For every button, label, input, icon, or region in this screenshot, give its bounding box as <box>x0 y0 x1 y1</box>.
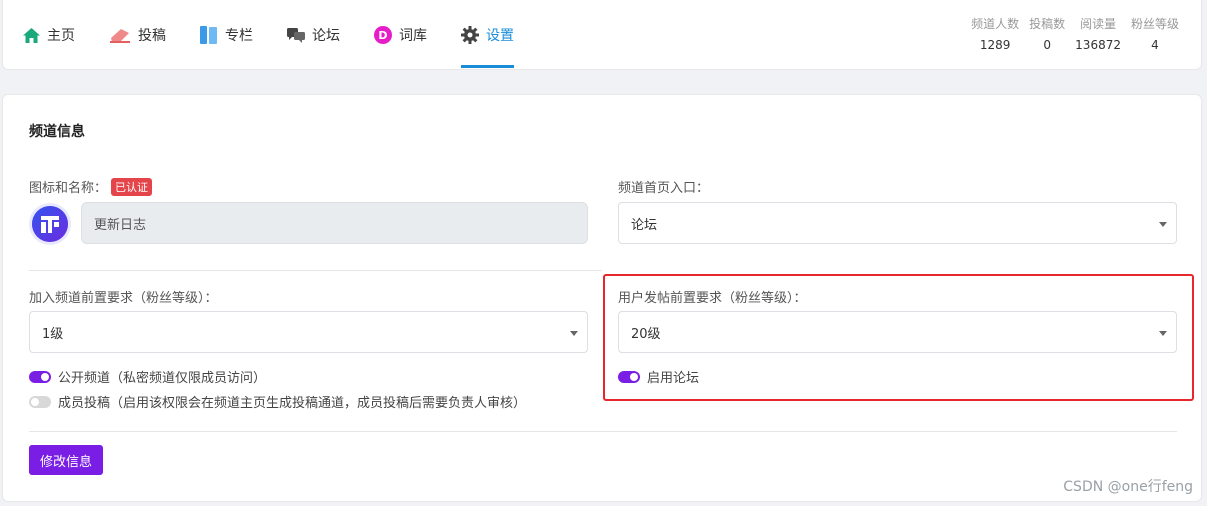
stat-fan-level: 粉丝等级 4 <box>1131 15 1179 52</box>
verified-badge: 已认证 <box>111 178 153 196</box>
icon-name-label-text: 图标和名称： <box>29 181 108 196</box>
tab-home[interactable]: 主页 <box>23 0 75 70</box>
divider <box>29 270 602 271</box>
chevron-down-icon <box>1159 331 1167 336</box>
toggle-knob <box>41 372 49 381</box>
channel-info-card: 频道信息 图标和名称： 已认证 更新日志 频道首页入口： 论坛 加入频道前置要求（… <box>2 94 1202 502</box>
top-nav-bar: 主页 投稿 专栏 论坛 D 词库 设置 频道人数 1289 投稿数 0 阅读量 … <box>2 0 1202 70</box>
icon-name-label: 图标和名称： 已认证 <box>29 177 153 196</box>
channel-stats: 频道人数 1289 投稿数 0 阅读量 136872 粉丝等级 4 <box>971 15 1179 52</box>
nav-tabs: 主页 投稿 专栏 论坛 D 词库 设置 <box>23 0 548 70</box>
d-badge-icon: D <box>374 26 392 44</box>
stat-members: 频道人数 1289 <box>971 15 1019 52</box>
post-requirement-label: 用户发帖前置要求（粉丝等级）： <box>618 291 807 306</box>
stat-label: 投稿数 <box>1029 17 1066 31</box>
divider <box>29 431 1177 432</box>
tab-lexicon-label: 词库 <box>399 28 427 44</box>
entry-select[interactable]: 论坛 <box>618 202 1177 244</box>
home-icon <box>23 27 40 43</box>
member-post-toggle-row[interactable]: 成员投稿（启用该权限会在频道主页生成投稿通道，成员投稿后需要负责人审核） <box>29 392 526 411</box>
stat-submissions: 投稿数 0 <box>1029 15 1065 52</box>
chat-icon <box>287 27 305 43</box>
stat-label: 阅读量 <box>1080 17 1117 31</box>
channel-name-value: 更新日志 <box>94 217 147 233</box>
tab-column[interactable]: 专栏 <box>200 0 253 70</box>
gear-icon <box>461 26 479 44</box>
forum-toggle[interactable] <box>618 370 640 383</box>
stat-reads: 阅读量 136872 <box>1075 15 1121 52</box>
join-requirement-value: 1级 <box>42 326 64 342</box>
tab-forum[interactable]: 论坛 <box>287 0 340 70</box>
tab-home-label: 主页 <box>47 28 75 44</box>
join-requirement-label: 加入频道前置要求（粉丝等级）： <box>29 291 218 306</box>
post-requirement-value: 20级 <box>631 326 661 342</box>
chevron-down-icon <box>570 331 578 336</box>
tab-settings-label: 设置 <box>486 28 514 44</box>
tab-settings[interactable]: 设置 <box>461 0 514 70</box>
stat-value: 0 <box>1043 38 1051 52</box>
svg-text:D: D <box>378 29 387 42</box>
post-requirement-select[interactable]: 20级 <box>618 311 1177 353</box>
public-channel-toggle-row[interactable]: 公开频道（私密频道仅限成员访问） <box>29 367 266 386</box>
tab-lexicon[interactable]: D 词库 <box>374 0 427 70</box>
stat-value: 1289 <box>979 38 1011 52</box>
forum-toggle-label: 启用论坛 <box>647 371 700 386</box>
stat-label: 粉丝等级 <box>1130 17 1179 31</box>
toggle-knob <box>630 372 638 381</box>
public-channel-label: 公开频道（私密频道仅限成员访问） <box>58 371 267 386</box>
forum-toggle-row[interactable]: 启用论坛 <box>618 367 699 386</box>
entry-label: 频道首页入口： <box>618 181 710 196</box>
public-channel-toggle[interactable] <box>29 370 51 383</box>
join-requirement-select[interactable]: 1级 <box>29 311 588 353</box>
modify-info-button[interactable]: 修改信息 <box>29 445 103 475</box>
watermark: CSDN @one行feng <box>1063 479 1193 495</box>
entry-select-value: 论坛 <box>631 217 658 233</box>
eraser-icon <box>109 27 131 43</box>
channel-avatar[interactable] <box>29 203 71 245</box>
toggle-knob <box>31 397 39 406</box>
card-title: 频道信息 <box>29 124 85 140</box>
stat-label: 频道人数 <box>971 17 1020 31</box>
member-post-toggle[interactable] <box>29 395 51 408</box>
member-post-label: 成员投稿（启用该权限会在频道主页生成投稿通道，成员投稿后需要负责人审核） <box>58 396 527 411</box>
tab-forum-label: 论坛 <box>312 28 340 44</box>
book-icon <box>200 26 218 44</box>
channel-name-input[interactable]: 更新日志 <box>81 202 588 244</box>
tab-submit[interactable]: 投稿 <box>109 0 166 70</box>
tab-column-label: 专栏 <box>225 28 253 44</box>
stat-value: 136872 <box>1075 38 1121 52</box>
channel-logo-icon <box>32 206 68 242</box>
tab-submit-label: 投稿 <box>138 28 166 44</box>
chevron-down-icon <box>1159 222 1167 227</box>
stat-value: 4 <box>1151 38 1159 52</box>
